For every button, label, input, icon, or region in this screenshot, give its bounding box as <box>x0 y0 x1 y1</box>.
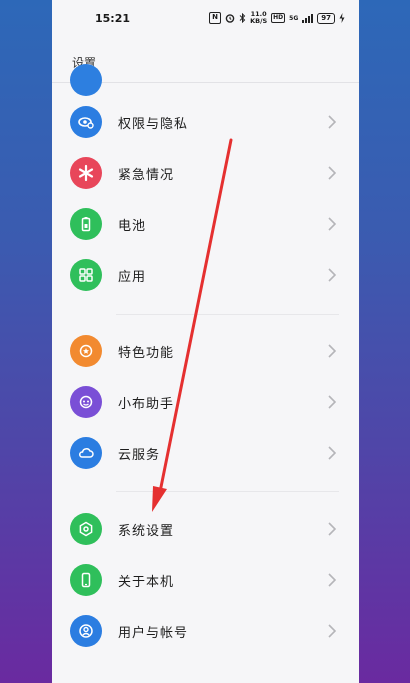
chevron-right-icon <box>328 573 337 587</box>
chevron-right-icon <box>328 115 337 129</box>
settings-item-label: 系统设置 <box>118 524 175 539</box>
partial-item-icon <box>70 64 102 96</box>
signal-icon <box>302 13 314 23</box>
network-speed: 11.0 KB/S <box>250 10 268 25</box>
settings-item-label: 电池 <box>118 219 147 234</box>
assistant-icon <box>70 386 102 418</box>
bluetooth-icon <box>239 13 246 23</box>
chevron-right-icon <box>328 624 337 638</box>
settings-item-label: 用户与帐号 <box>118 626 189 641</box>
chevron-right-icon <box>328 344 337 358</box>
settings-item-label: 关于本机 <box>118 575 175 590</box>
section-divider <box>116 491 339 492</box>
phone-icon <box>70 564 102 596</box>
settings-item-apps[interactable]: 应用 <box>52 250 359 300</box>
battery-status-icon: 97 <box>317 12 335 24</box>
settings-item-label: 应用 <box>118 270 147 285</box>
settings-item-system-settings[interactable]: 系统设置 <box>52 504 359 554</box>
chevron-right-icon <box>328 522 337 536</box>
status-bar: 15:21 N 11.0 KB/S HD 5G 97 <box>52 0 359 38</box>
settings-item-label: 权限与隐私 <box>118 117 189 132</box>
status-icons: N 11.0 KB/S HD 5G 97 <box>209 11 345 25</box>
cloud-icon <box>70 437 102 469</box>
phone-screen: 15:21 N 11.0 KB/S HD 5G 97 设置 权限与隐私 紧急情况… <box>52 0 359 683</box>
settings-item-cloud[interactable]: 云服务 <box>52 428 359 478</box>
nfc-icon: N <box>209 12 222 24</box>
apps-icon <box>70 259 102 291</box>
section-divider <box>116 314 339 315</box>
user-icon <box>70 615 102 647</box>
settings-item-label: 小布助手 <box>118 397 175 412</box>
hd-icon: HD <box>271 13 286 23</box>
chevron-right-icon <box>328 446 337 460</box>
status-time: 15:21 <box>95 12 131 25</box>
charging-icon <box>339 13 345 23</box>
chevron-right-icon <box>328 217 337 231</box>
settings-item-label: 云服务 <box>118 448 161 463</box>
features-icon <box>70 335 102 367</box>
settings-item-privacy[interactable]: 权限与隐私 <box>52 97 359 147</box>
privacy-icon <box>70 106 102 138</box>
settings-item-battery[interactable]: 电池 <box>52 199 359 249</box>
emergency-icon <box>70 157 102 189</box>
chevron-right-icon <box>328 268 337 282</box>
settings-item-label: 特色功能 <box>118 346 175 361</box>
settings-item-assistant[interactable]: 小布助手 <box>52 377 359 427</box>
network-type: 5G <box>289 14 299 22</box>
settings-item-features[interactable]: 特色功能 <box>52 326 359 376</box>
settings-item-users-accounts[interactable]: 用户与帐号 <box>52 606 359 656</box>
alarm-icon <box>225 14 235 23</box>
system-settings-icon <box>70 513 102 545</box>
settings-item-emergency[interactable]: 紧急情况 <box>52 148 359 198</box>
battery-icon <box>70 208 102 240</box>
chevron-right-icon <box>328 166 337 180</box>
settings-item-label: 紧急情况 <box>118 168 175 183</box>
settings-item-about-phone[interactable]: 关于本机 <box>52 555 359 605</box>
chevron-right-icon <box>328 395 337 409</box>
